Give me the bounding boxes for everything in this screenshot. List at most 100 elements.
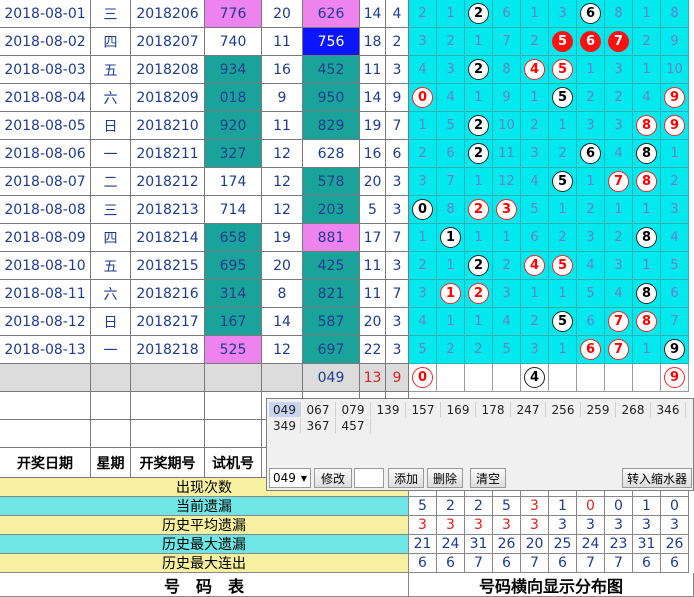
drawn-digit-ball: 7 bbox=[608, 339, 629, 360]
test-number-cell: 018 bbox=[205, 84, 262, 112]
summary-issue-cell bbox=[131, 364, 205, 392]
combination-chip[interactable]: 367 bbox=[301, 418, 336, 433]
draw-number-cell: 950 bbox=[303, 84, 360, 112]
distribution-cell-2: 2 bbox=[465, 112, 493, 140]
combination-chip[interactable]: 457 bbox=[336, 418, 371, 433]
distribution-cell-9: 2 bbox=[661, 168, 689, 196]
weekday-cell: 五 bbox=[91, 56, 131, 84]
draw-span-cell: 3 bbox=[386, 336, 409, 364]
blank-cell bbox=[91, 392, 131, 420]
draw-sum-cell: 22 bbox=[360, 336, 386, 364]
combination-select[interactable]: 049 ▼ bbox=[269, 468, 311, 488]
distribution-cell-5: 1 bbox=[549, 336, 577, 364]
stat-value: 1 bbox=[549, 497, 577, 516]
delete-button[interactable]: 删除 bbox=[427, 468, 463, 488]
combination-chip[interactable]: 049 bbox=[269, 402, 301, 417]
combination-chip[interactable]: 247 bbox=[511, 402, 546, 417]
issue-cell: 2018207 bbox=[131, 28, 205, 56]
draw-span-cell: 2 bbox=[386, 28, 409, 56]
distribution-cell-1: 3 bbox=[437, 56, 465, 84]
distribution-cell-3: 9 bbox=[493, 84, 521, 112]
distribution-cell-1: 1 bbox=[437, 0, 465, 28]
transfer-to-filter-button[interactable]: 转入缩水器 bbox=[622, 468, 692, 488]
value-input[interactable] bbox=[354, 468, 384, 488]
draw-sum-cell: 14 bbox=[360, 0, 386, 28]
blank-cell bbox=[131, 420, 205, 448]
drawn-digit-ball: 2 bbox=[468, 59, 489, 80]
distribution-cell-9: 9 bbox=[661, 28, 689, 56]
combination-chip[interactable]: 067 bbox=[301, 402, 336, 417]
date-cell: 2018-08-05 bbox=[0, 112, 91, 140]
stat-value: 6 bbox=[437, 554, 465, 573]
stat-value: 7 bbox=[521, 554, 549, 573]
draw-number-cell: 425 bbox=[303, 252, 360, 280]
combination-chip[interactable]: 157 bbox=[406, 402, 441, 417]
distribution-cell-8: 1 bbox=[633, 196, 661, 224]
combination-chip[interactable]: 178 bbox=[476, 402, 511, 417]
stat-value: 3 bbox=[577, 516, 605, 535]
combination-chip[interactable]: 139 bbox=[371, 402, 406, 417]
draw-span-cell: 4 bbox=[386, 0, 409, 28]
distribution-cell-5: 5 bbox=[549, 168, 577, 196]
summary-distribution-cell-2 bbox=[465, 364, 493, 392]
summary-distribution-cell-0: 0 bbox=[409, 364, 437, 392]
stat-value: 7 bbox=[577, 554, 605, 573]
distribution-cell-7: 3 bbox=[605, 56, 633, 84]
stat-value: 3 bbox=[661, 516, 689, 535]
drawn-digit-ball: 8 bbox=[636, 283, 657, 304]
distribution-cell-0: 4 bbox=[409, 56, 437, 84]
draw-sum-cell: 11 bbox=[360, 280, 386, 308]
test-number-cell: 934 bbox=[205, 56, 262, 84]
test-number-cell: 525 bbox=[205, 336, 262, 364]
issue-cell: 2018217 bbox=[131, 308, 205, 336]
summary-test-sum-cell bbox=[262, 364, 303, 392]
distribution-cell-4: 2 bbox=[521, 112, 549, 140]
combination-chip[interactable]: 259 bbox=[581, 402, 616, 417]
distribution-cell-6: 4 bbox=[577, 252, 605, 280]
combination-chip[interactable]: 346 bbox=[651, 402, 686, 417]
distribution-cell-0: 3 bbox=[409, 168, 437, 196]
stat-value: 3 bbox=[605, 516, 633, 535]
distribution-cell-4: 5 bbox=[521, 196, 549, 224]
distribution-cell-5: 1 bbox=[549, 112, 577, 140]
distribution-cell-6: 2 bbox=[577, 196, 605, 224]
draw-number-cell: 626 bbox=[303, 0, 360, 28]
distribution-cell-6: 6 bbox=[577, 0, 605, 28]
combination-chip[interactable]: 256 bbox=[546, 402, 581, 417]
add-button[interactable]: 添加 bbox=[388, 468, 424, 488]
distribution-cell-2: 1 bbox=[465, 168, 493, 196]
summary-draw-number-cell: 049 bbox=[303, 364, 360, 392]
combination-chip[interactable]: 349 bbox=[269, 418, 301, 433]
distribution-cell-8: 1 bbox=[633, 56, 661, 84]
summary-date-cell bbox=[0, 364, 91, 392]
modify-button[interactable]: 修改 bbox=[314, 468, 352, 488]
combination-chip[interactable]: 268 bbox=[616, 402, 651, 417]
distribution-cell-0: 2 bbox=[409, 0, 437, 28]
test-number-cell: 776 bbox=[205, 0, 262, 28]
test-sum-cell: 12 bbox=[262, 196, 303, 224]
blank-cell bbox=[0, 420, 91, 448]
distribution-cell-5: 1 bbox=[549, 280, 577, 308]
distribution-cell-5: 3 bbox=[549, 0, 577, 28]
drawn-digit-ball: 5 bbox=[552, 59, 573, 80]
distribution-cell-5: 1 bbox=[549, 196, 577, 224]
draw-number-cell: 578 bbox=[303, 168, 360, 196]
drawn-digit-ball: 2 bbox=[468, 115, 489, 136]
distribution-cell-2: 2 bbox=[465, 0, 493, 28]
draw-span-cell: 6 bbox=[386, 140, 409, 168]
distribution-cell-5: 5 bbox=[549, 308, 577, 336]
distribution-cell-6: 6 bbox=[577, 336, 605, 364]
issue-cell: 2018211 bbox=[131, 140, 205, 168]
draw-span-cell: 3 bbox=[386, 308, 409, 336]
distribution-cell-7: 2 bbox=[605, 224, 633, 252]
combination-chip[interactable]: 169 bbox=[441, 402, 476, 417]
combination-chip[interactable]: 079 bbox=[336, 402, 371, 417]
clear-button[interactable]: 清空 bbox=[470, 468, 506, 488]
drawn-digit-ball: 7 bbox=[608, 31, 629, 52]
stat-value: 3 bbox=[521, 497, 549, 516]
drawn-digit-ball: 9 bbox=[664, 339, 685, 360]
distribution-cell-4: 3 bbox=[521, 140, 549, 168]
drawn-digit-ball: 5 bbox=[552, 171, 573, 192]
drawn-digit-ball: 8 bbox=[636, 311, 657, 332]
draw-span-cell: 7 bbox=[386, 112, 409, 140]
